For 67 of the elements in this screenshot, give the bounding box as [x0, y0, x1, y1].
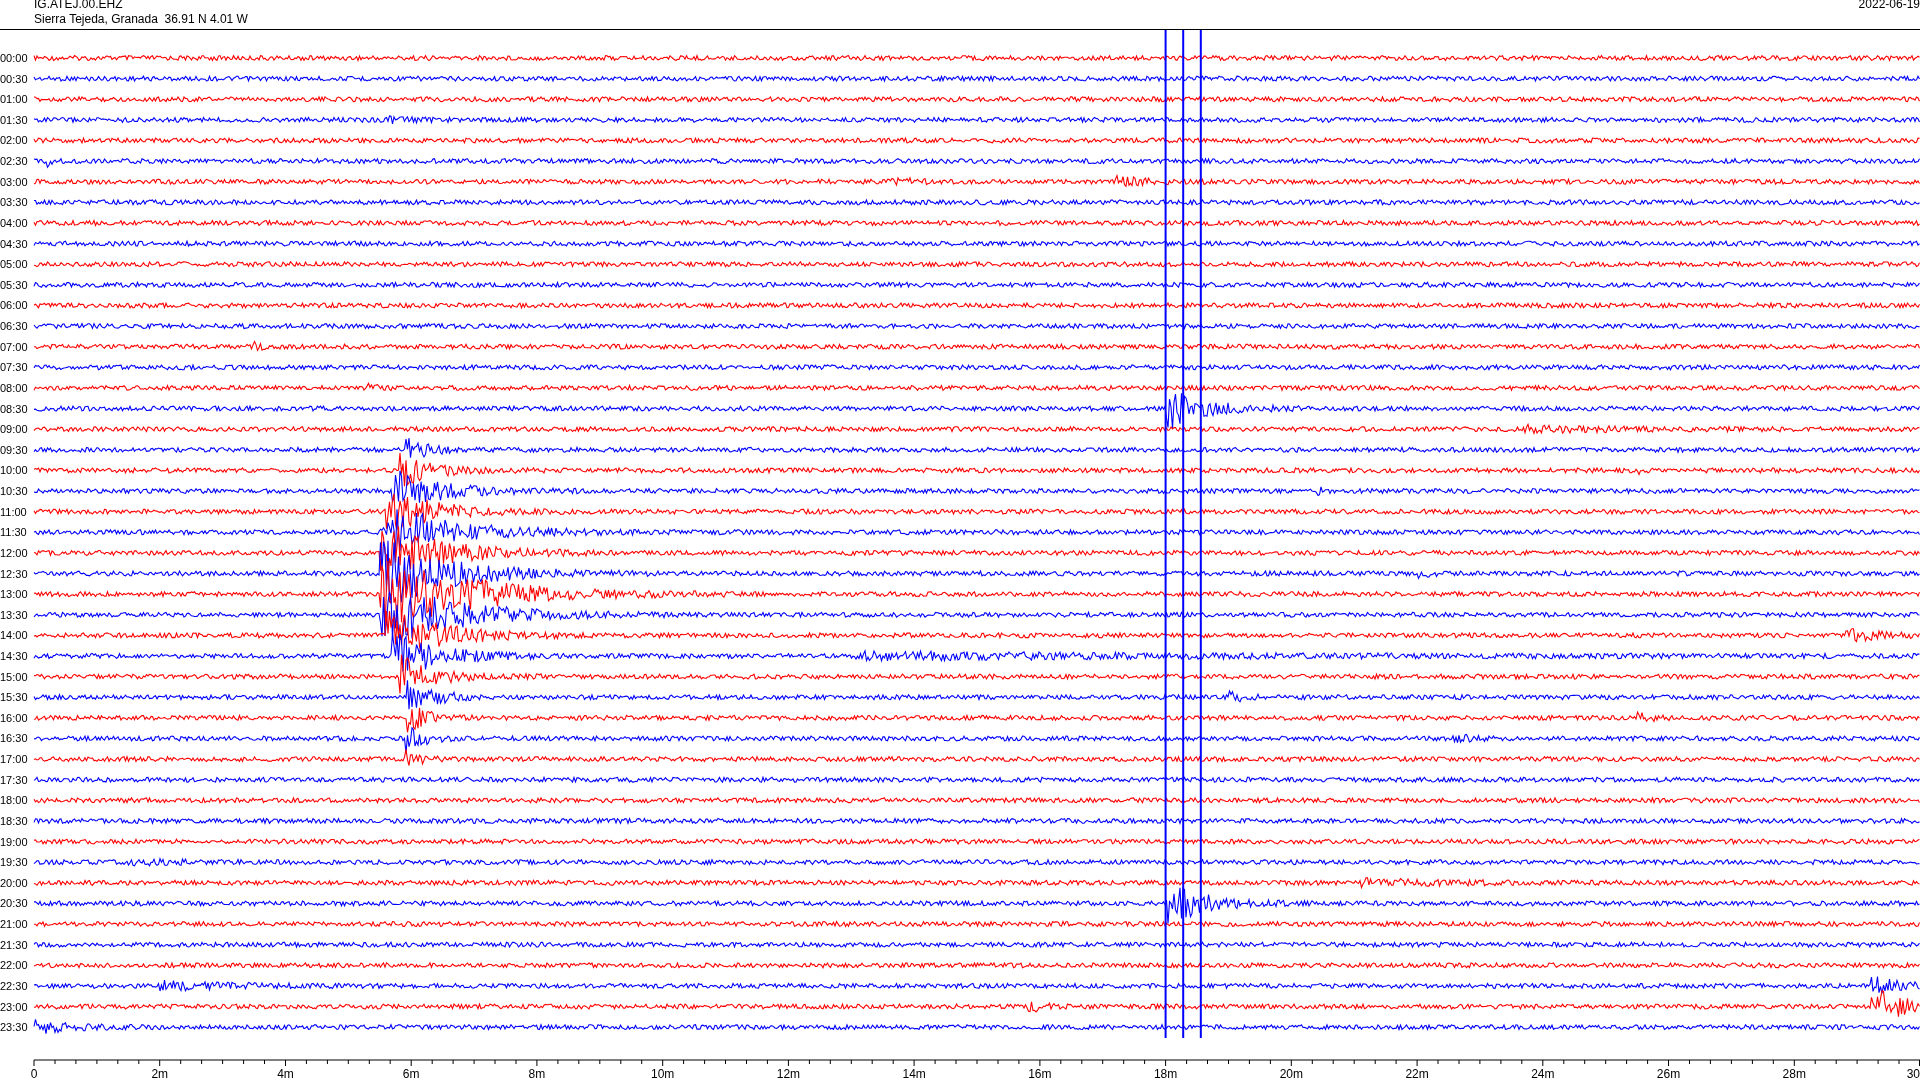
- time-label: 03:30: [0, 196, 28, 209]
- tick-label: 6m: [402, 1067, 420, 1079]
- tick-label: 28m: [1782, 1067, 1806, 1079]
- time-label: 10:30: [0, 485, 28, 497]
- time-label: 09:30: [0, 443, 28, 456]
- tick-label: 12m: [776, 1067, 801, 1079]
- time-label: 04:30: [0, 237, 28, 250]
- time-label: 17:00: [0, 753, 28, 766]
- time-label: 07:00: [0, 340, 28, 353]
- time-label: 06:00: [0, 299, 28, 312]
- tick-label: 24m: [1531, 1067, 1555, 1079]
- time-label: 16:30: [0, 732, 28, 745]
- time-label: 06:30: [0, 320, 28, 333]
- time-label: 23:30: [0, 1021, 28, 1034]
- time-label: 08:30: [0, 402, 28, 415]
- time-label: 05:30: [0, 278, 28, 291]
- time-label: 18:30: [0, 814, 28, 827]
- time-label: 00:00: [0, 52, 28, 64]
- time-label: 17:30: [0, 773, 28, 786]
- time-label: 21:30: [0, 938, 28, 951]
- time-label: 19:30: [0, 856, 28, 869]
- time-label: 13:30: [0, 608, 28, 621]
- time-label: 12:30: [0, 567, 28, 580]
- time-label: 02:00: [0, 134, 28, 147]
- time-label: 14:30: [0, 650, 28, 662]
- time-label: 18:00: [0, 794, 28, 807]
- time-label: 01:00: [0, 93, 28, 106]
- time-label: 01:30: [0, 113, 28, 126]
- time-label: 03:00: [0, 175, 28, 188]
- time-label: 00:30: [0, 72, 28, 85]
- time-label: 07:30: [0, 361, 28, 374]
- time-label: 13:00: [0, 588, 28, 601]
- tick-label: 16m: [1028, 1067, 1052, 1079]
- tick-label: 8m: [528, 1067, 546, 1079]
- tick-label: 10m: [651, 1067, 675, 1079]
- time-label: 09:00: [0, 423, 28, 436]
- tick-label: 30: [1906, 1067, 1920, 1079]
- tick-label: 22m: [1405, 1067, 1429, 1079]
- tick-label: 4m: [277, 1067, 294, 1079]
- station-location: Sierra Tejeda, Granada 36.91 N 4.01 W: [34, 12, 248, 26]
- time-label: 22:30: [0, 979, 28, 992]
- time-label: 20:30: [0, 897, 28, 910]
- time-label: 14:00: [0, 629, 28, 642]
- date-label: 2022-06-19: [1858, 0, 1920, 11]
- tick-label: 14m: [902, 1067, 926, 1079]
- time-label: 12:00: [0, 546, 28, 559]
- time-label: 10:00: [0, 464, 28, 477]
- time-label: 19:00: [0, 835, 28, 848]
- time-label: 23:00: [0, 1000, 28, 1013]
- channel-title: IG.ATEJ.00.EHZ: [34, 0, 123, 11]
- tick-label: 0: [30, 1067, 38, 1079]
- time-label: 11:30: [0, 526, 27, 539]
- time-label: 20:00: [0, 876, 28, 889]
- tick-label: 26m: [1656, 1067, 1681, 1079]
- time-label: 21:00: [0, 918, 28, 931]
- tick-label: 2m: [151, 1067, 169, 1079]
- tick-label: 18m: [1153, 1067, 1178, 1079]
- time-label: 22:00: [0, 959, 28, 972]
- tick-label: 20m: [1279, 1067, 1303, 1079]
- time-label: 04:00: [0, 216, 28, 229]
- time-label: 15:00: [0, 670, 28, 683]
- time-label: 16:00: [0, 711, 28, 724]
- time-label: 08:00: [0, 381, 28, 394]
- time-label: 15:30: [0, 691, 28, 704]
- time-label: 02:30: [0, 155, 28, 168]
- time-label: 05:00: [0, 258, 28, 271]
- time-label: 11:00: [0, 505, 27, 518]
